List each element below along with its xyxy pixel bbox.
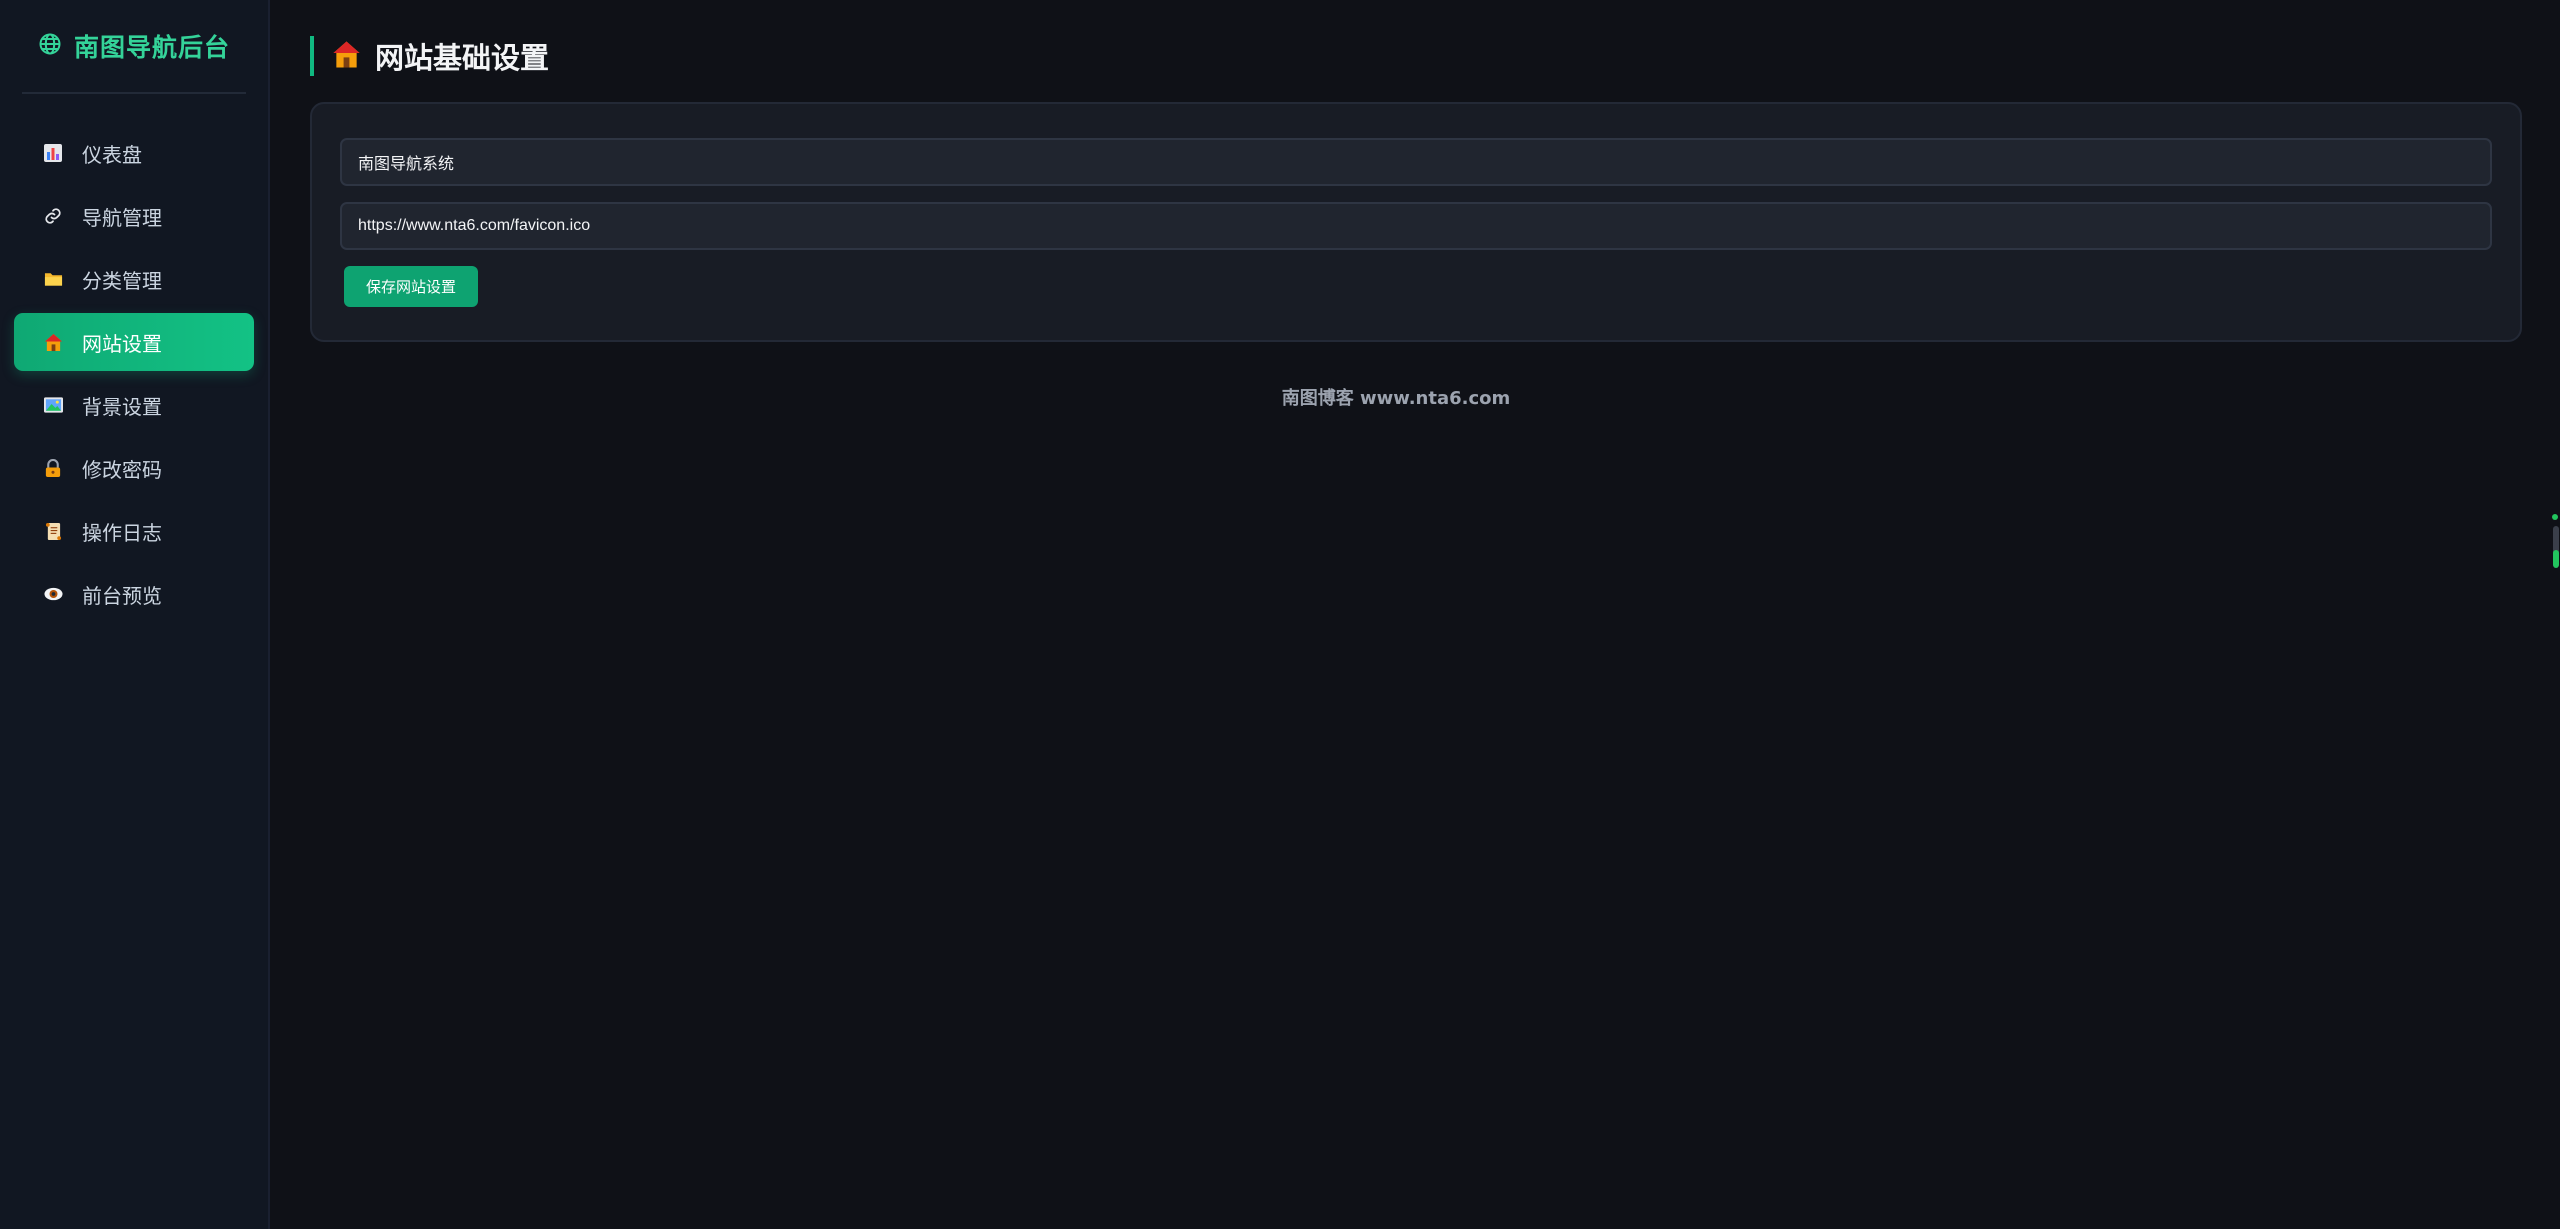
sidebar-item-label: 仪表盘 — [82, 142, 142, 167]
scroll-track[interactable] — [2553, 526, 2559, 568]
sidebar-item-operation-log[interactable]: 操作日志 — [14, 502, 254, 560]
page-title: 网站基础设置 — [375, 41, 550, 75]
house-icon — [42, 331, 64, 353]
house-icon — [332, 40, 361, 73]
sidebar-item-label: 背景设置 — [82, 394, 162, 419]
sidebar-item-navigation[interactable]: 导航管理 — [14, 187, 254, 245]
sidebar-item-site-settings[interactable]: 网站设置 — [14, 313, 254, 371]
sidebar-item-label: 操作日志 — [82, 520, 162, 545]
page-header: 网站基础设置 — [310, 36, 2522, 76]
sidebar-item-label: 修改密码 — [82, 457, 162, 482]
scroll-dot — [2552, 514, 2558, 520]
sidebar: 南图导航后台 仪表盘 导航管理 分类管理 网站设置 背景设置 修改密码 操作日志… — [0, 0, 270, 1229]
sidebar-item-label: 导航管理 — [82, 205, 162, 230]
scroll-thumb[interactable] — [2553, 550, 2559, 568]
save-site-settings-button[interactable]: 保存网站设置 — [344, 266, 478, 307]
folder-icon — [42, 268, 64, 290]
lock-icon — [42, 457, 64, 479]
globe-icon — [38, 32, 62, 60]
sidebar-item-dashboard[interactable]: 仪表盘 — [14, 124, 254, 182]
eye-icon — [42, 583, 64, 605]
image-icon — [42, 394, 64, 416]
sidebar-item-label: 分类管理 — [82, 268, 162, 293]
brand-title: 南图导航后台 — [73, 33, 230, 62]
main-content: 网站基础设置 南图导航系统 https://www.nta6.com/favic… — [270, 0, 2560, 1229]
scroll-indicator[interactable] — [2550, 514, 2560, 570]
sidebar-item-categories[interactable]: 分类管理 — [14, 250, 254, 308]
site-name-field[interactable]: 南图导航系统 — [340, 138, 2492, 186]
scroll-icon — [42, 520, 64, 542]
sidebar-item-frontend-preview[interactable]: 前台预览 — [14, 565, 254, 623]
sidebar-item-change-password[interactable]: 修改密码 — [14, 439, 254, 497]
bar-chart-icon — [42, 142, 64, 164]
site-settings-card: 南图导航系统 https://www.nta6.com/favicon.ico … — [310, 102, 2522, 342]
admin-app: 南图导航后台 仪表盘 导航管理 分类管理 网站设置 背景设置 修改密码 操作日志… — [0, 0, 2560, 1229]
sidebar-item-label: 前台预览 — [82, 583, 162, 608]
sidebar-item-background[interactable]: 背景设置 — [14, 376, 254, 434]
brand[interactable]: 南图导航后台 — [22, 0, 246, 94]
footer-text: 南图博客 www.nta6.com — [1281, 388, 1511, 409]
link-icon — [42, 205, 64, 227]
sidebar-item-label: 网站设置 — [82, 331, 162, 356]
sidebar-nav: 仪表盘 导航管理 分类管理 网站设置 背景设置 修改密码 操作日志 前台预览 — [0, 94, 268, 623]
favicon-url-field[interactable]: https://www.nta6.com/favicon.ico — [340, 202, 2492, 250]
